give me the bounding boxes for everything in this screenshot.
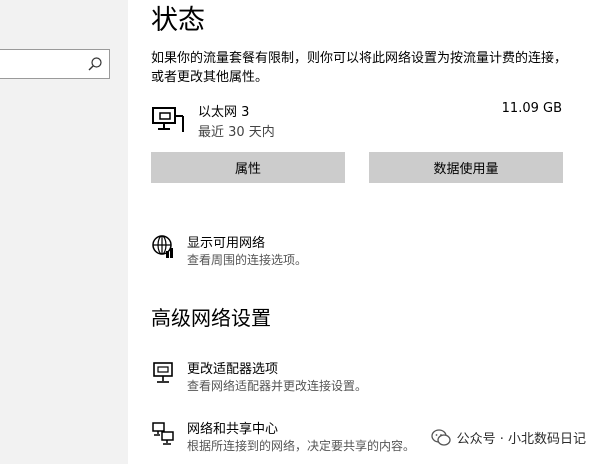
- properties-button[interactable]: 属性: [151, 152, 345, 183]
- network-period: 最近 30 天内: [198, 125, 275, 140]
- status-description: 如果你的流量套餐有限制，则你可以将此网络设置为按流量计费的连接，或者更改其他属性…: [151, 51, 568, 85]
- network-usage: 11.09 GB: [501, 101, 562, 116]
- show-networks-subtitle: 查看周围的连接选项。: [187, 253, 308, 267]
- show-networks-title: 显示可用网络: [187, 236, 266, 251]
- wechat-icon: [430, 428, 451, 446]
- ethernet-pc-icon: [152, 107, 184, 132]
- adapter-options-subtitle: 查看网络适配器并更改连接设置。: [187, 379, 368, 393]
- globe-network-icon: [152, 235, 173, 258]
- sharing-center-subtitle: 根据所连接到的网络，决定要共享的内容。: [187, 439, 416, 453]
- page-title: 状态: [151, 5, 205, 36]
- search-box[interactable]: [0, 49, 110, 79]
- sharing-center-title: 网络和共享中心: [187, 422, 279, 437]
- adapter-monitor-icon: [153, 362, 173, 383]
- adapter-options-title: 更改适配器选项: [187, 362, 279, 377]
- show-networks-link[interactable]: 显示可用网络 查看周围的连接选项。: [151, 232, 571, 274]
- watermark: 公众号 · 小北数码日记: [430, 428, 586, 447]
- search-input[interactable]: [0, 50, 91, 78]
- search-icon[interactable]: [87, 56, 103, 72]
- data-usage-button[interactable]: 数据使用量: [369, 152, 563, 183]
- sharing-center-icon: [152, 422, 174, 445]
- network-name: 以太网 3: [198, 105, 250, 120]
- sidebar: [0, 0, 128, 464]
- watermark-text: 公众号 · 小北数码日记: [456, 432, 586, 447]
- adapter-options-link[interactable]: 更改适配器选项 查看网络适配器并更改连接设置。: [151, 358, 571, 400]
- advanced-settings-heading: 高级网络设置: [151, 306, 271, 330]
